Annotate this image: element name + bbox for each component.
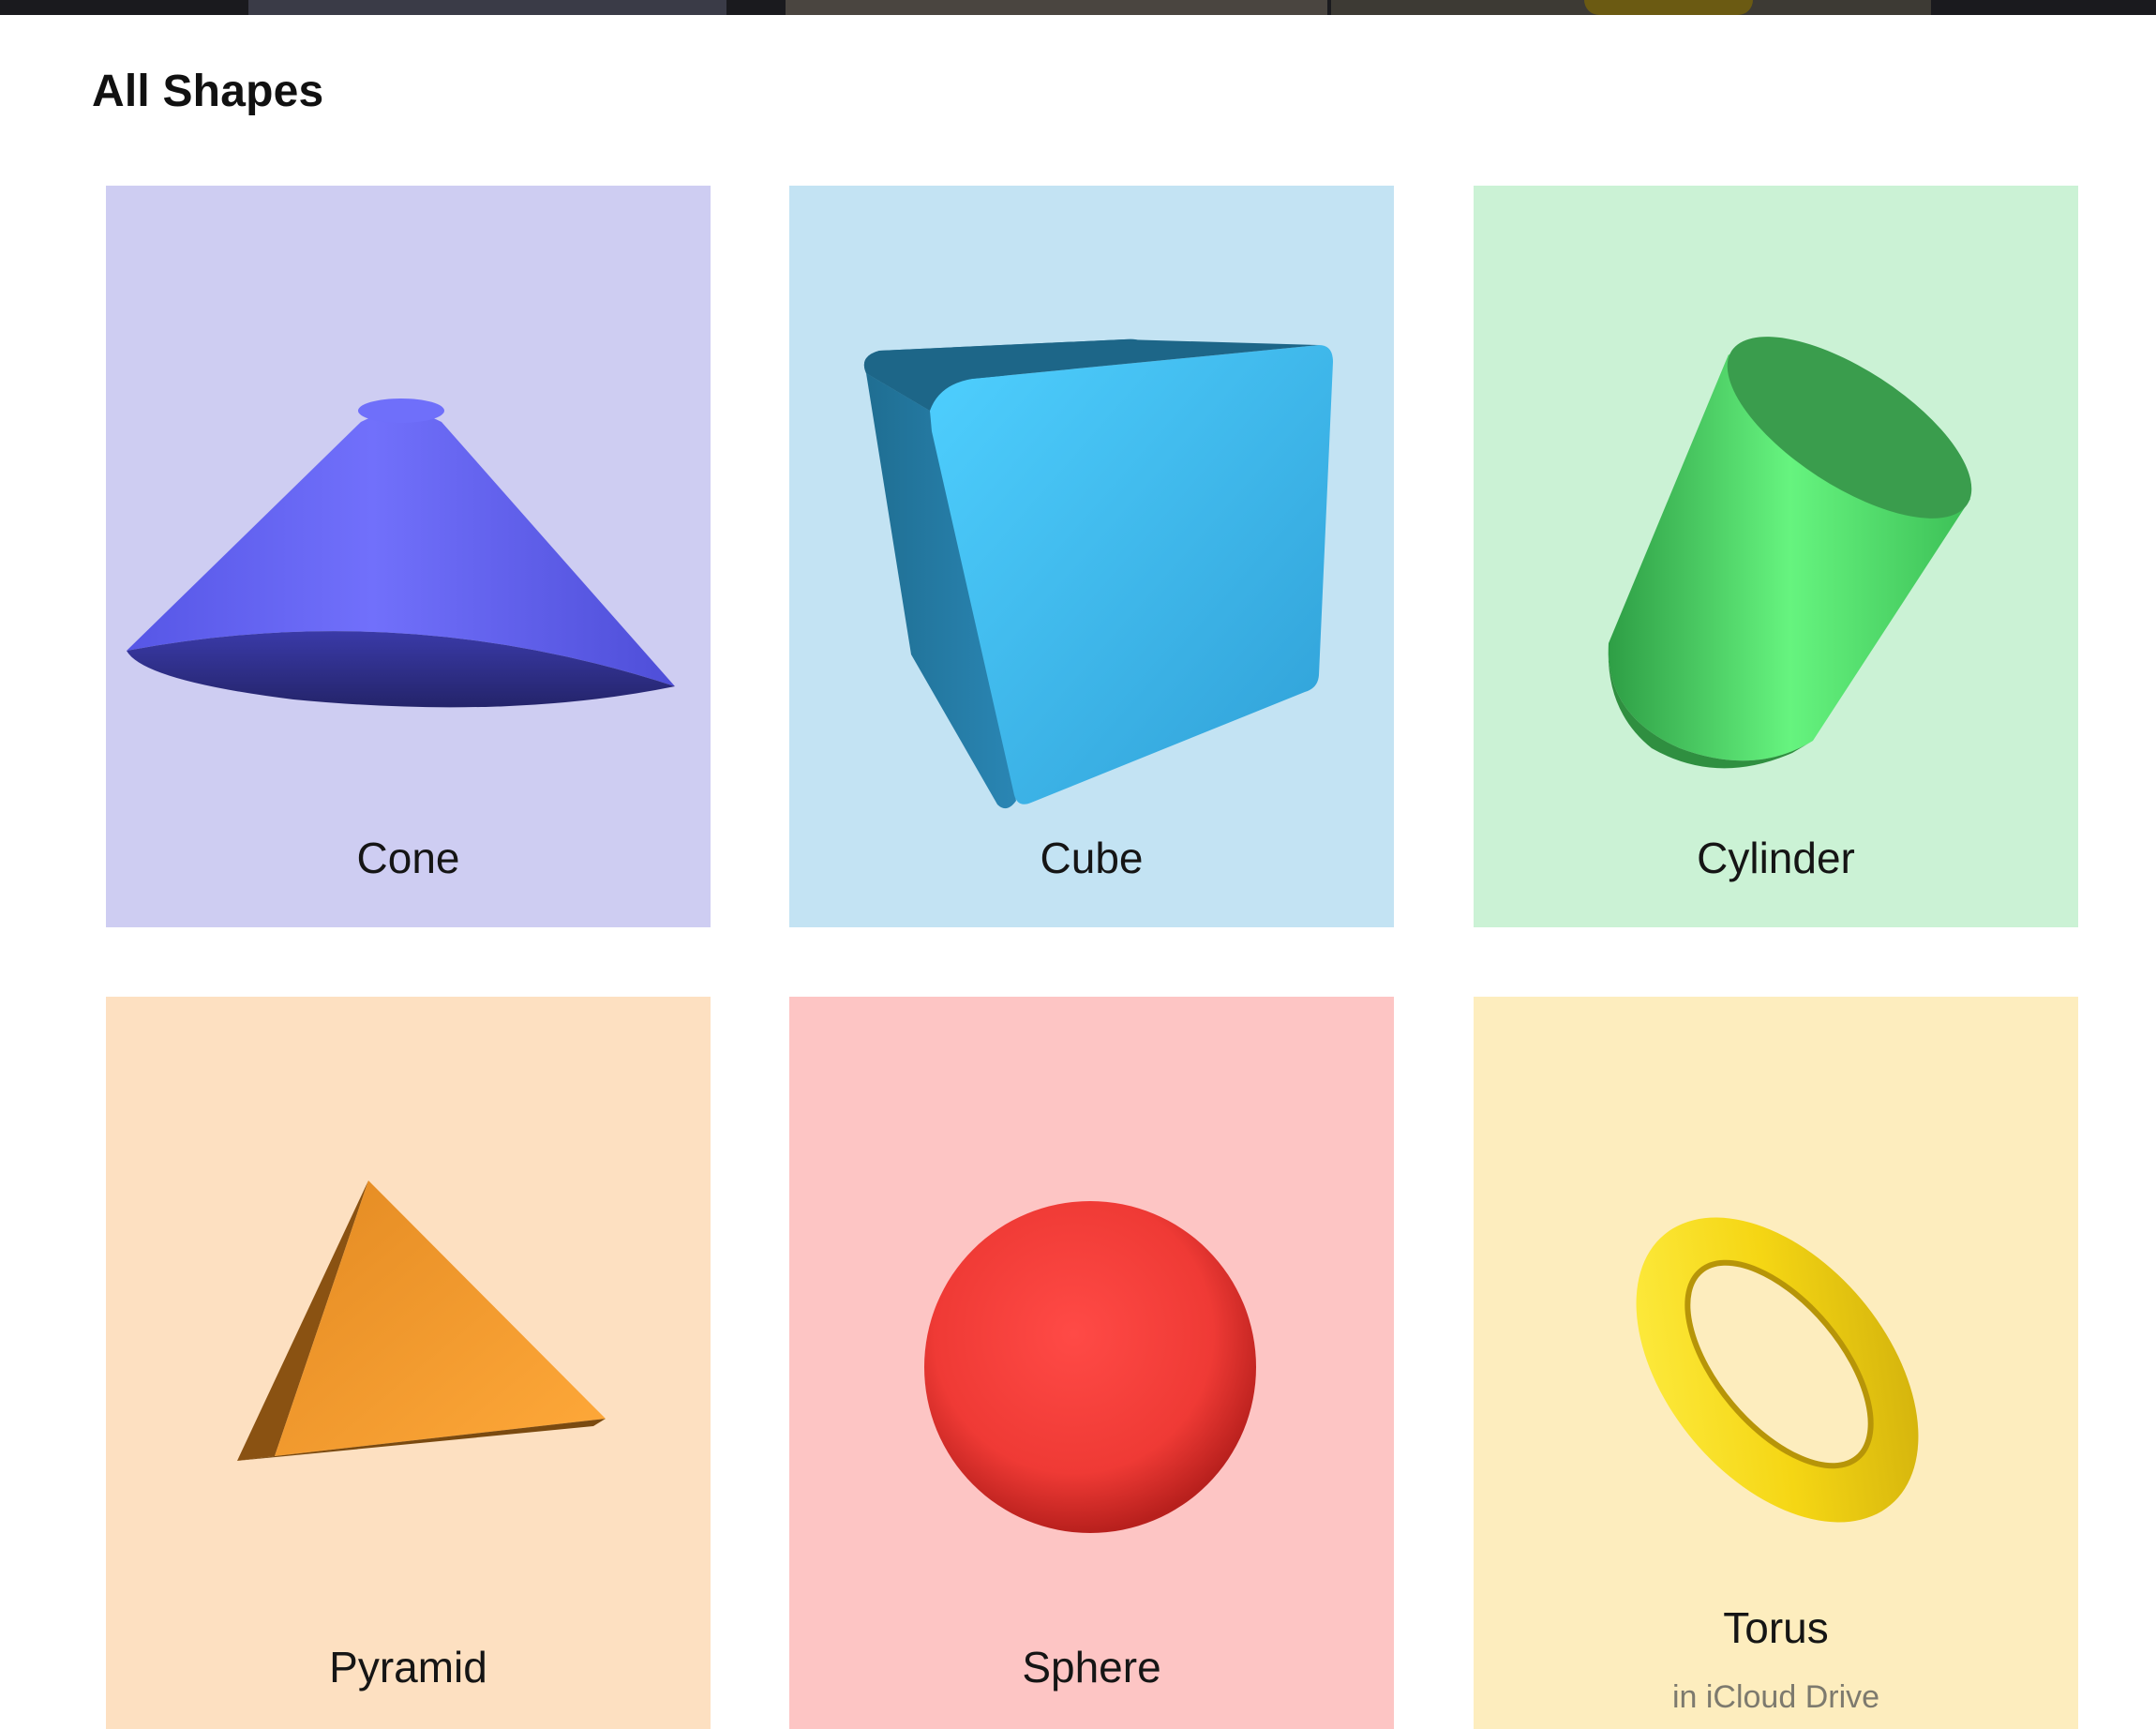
shape-label: Cone	[356, 834, 460, 882]
shape-label: Torus	[1723, 1603, 1829, 1652]
shapes-browser: All Shapes Cone Cube Cylinder Pyramid Sp…	[0, 0, 2156, 1729]
cone-icon	[127, 398, 675, 708]
torus-icon	[1636, 1217, 1919, 1523]
shape-card-torus[interactable]: Torus in iCloud Drive	[1474, 997, 2078, 1729]
shape-card-pyramid[interactable]: Pyramid	[106, 997, 711, 1729]
shape-label: Cube	[1040, 834, 1144, 882]
shape-location-label: in iCloud Drive	[1671, 1679, 1880, 1715]
shape-card-cone[interactable]: Cone	[106, 186, 711, 927]
shape-label: Pyramid	[329, 1643, 487, 1691]
shape-card-cube[interactable]: Cube	[789, 186, 1394, 927]
shape-card-sphere[interactable]: Sphere	[789, 997, 1394, 1729]
sphere-icon	[924, 1201, 1256, 1533]
shape-label: Cylinder	[1697, 834, 1855, 882]
section-title: All Shapes	[92, 67, 324, 116]
scrolled-content-strip	[0, 0, 2156, 15]
cylinder-icon	[1608, 337, 1972, 769]
shape-card-cylinder[interactable]: Cylinder	[1474, 186, 2078, 927]
shape-label: Sphere	[1022, 1643, 1161, 1691]
pyramid-icon	[237, 1180, 606, 1461]
cube-icon	[863, 338, 1333, 809]
